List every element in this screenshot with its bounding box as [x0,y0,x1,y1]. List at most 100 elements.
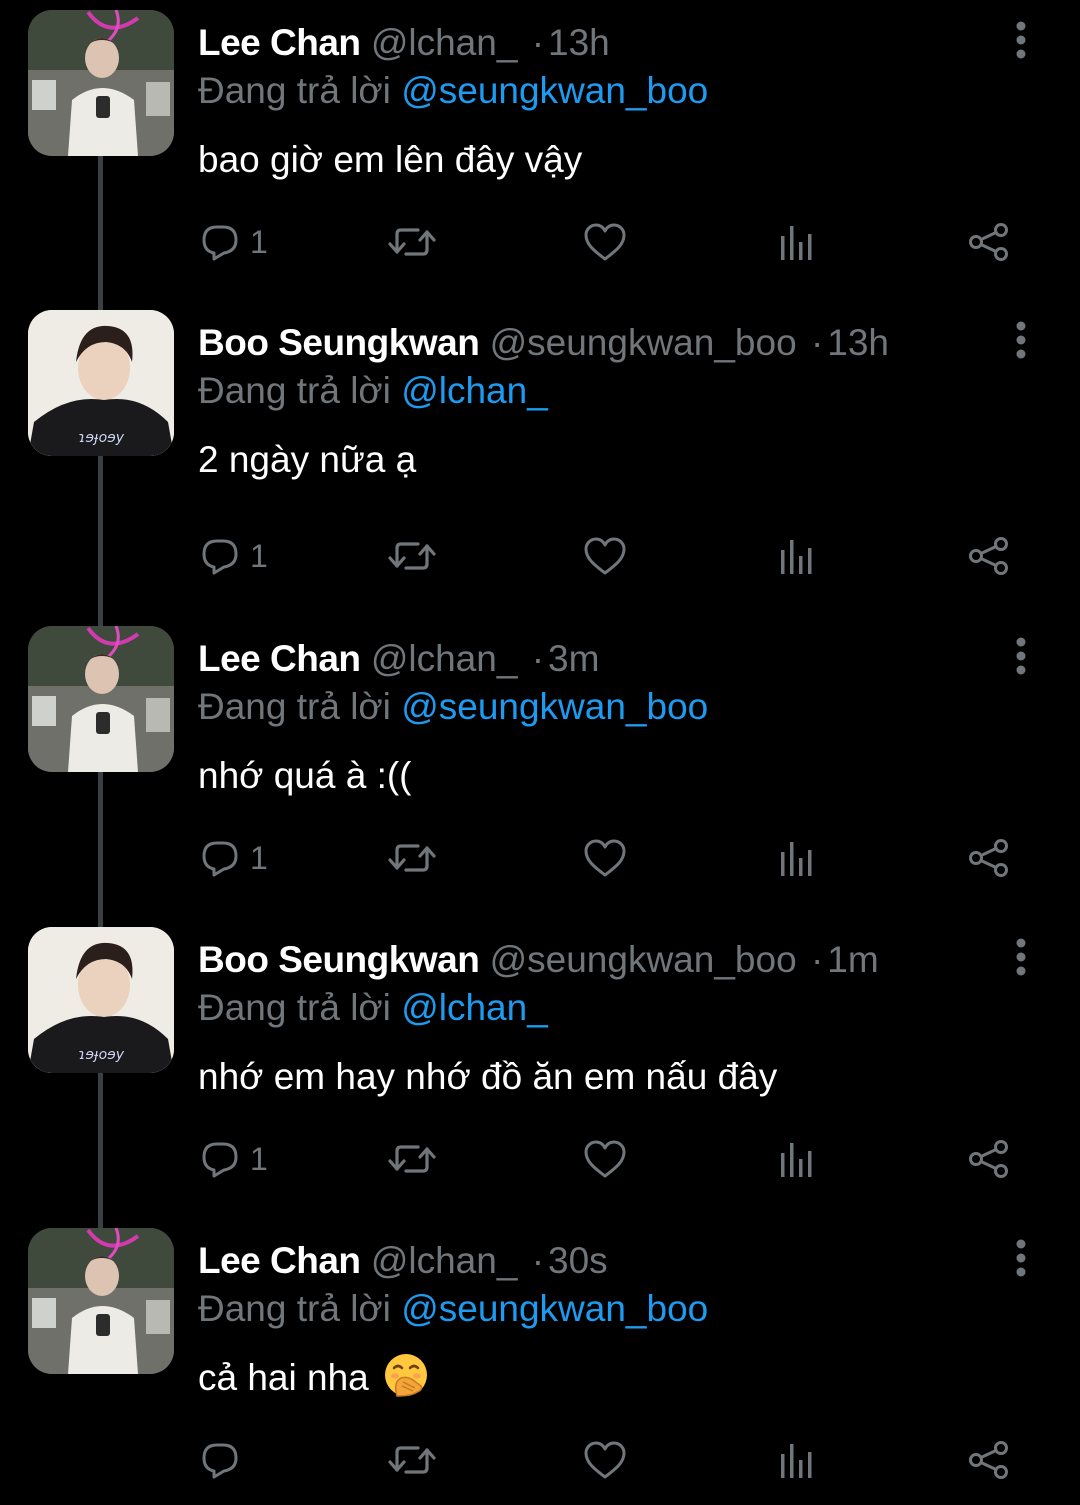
author-handle[interactable]: @lchan_ [371,638,518,679]
tweet-header: Lee Chan @lchan_ · 30s [198,1236,608,1286]
timestamp[interactable]: 13h [827,322,889,363]
retweet-icon [388,838,436,878]
face-with-hand-over-mouth-emoji [383,1352,429,1398]
retweet-icon [388,1440,436,1480]
views-icon [777,536,817,576]
avatar[interactable] [28,1228,174,1374]
more-icon[interactable] [1008,20,1034,60]
author-handle[interactable]: @seungkwan_boo [490,939,797,980]
like-button[interactable] [583,830,627,886]
like-button[interactable] [583,1432,627,1488]
mention-link[interactable]: @lchan_ [401,987,548,1028]
author-name[interactable]: Lee Chan [198,1240,361,1281]
mention-link[interactable]: @lchan_ [401,370,548,411]
views-icon [777,222,817,262]
more-icon[interactable] [1008,1238,1034,1278]
tweet[interactable]: Lee Chan @lchan_ · 30s Đang trả lời @seun… [0,1218,1080,1505]
like-button[interactable] [583,528,627,584]
like-icon [583,838,627,878]
mention-link[interactable]: @seungkwan_boo [401,686,708,727]
action-bar: 1 [0,830,1080,886]
like-button[interactable] [583,1131,627,1187]
tweet-text: 2 ngày nữa ạ [198,439,417,480]
views-button[interactable] [777,214,817,270]
share-icon [967,838,1011,878]
replying-to: Đang trả lời @seungkwan_boo [198,66,708,116]
retweet-button[interactable] [388,830,436,886]
share-button[interactable] [967,528,1011,584]
replying-to: Đang trả lời @seungkwan_boo [198,1284,708,1334]
views-button[interactable] [777,1432,817,1488]
author-handle[interactable]: @lchan_ [371,1240,518,1281]
share-icon [967,1139,1011,1179]
retweet-icon [388,222,436,262]
timestamp[interactable]: 1m [827,939,878,980]
share-button[interactable] [967,1432,1011,1488]
tweet-thread: Lee Chan @lchan_ · 13h Đang trả lời @seun… [0,0,1080,1505]
avatar[interactable] [28,927,174,1073]
views-icon [777,838,817,878]
timestamp[interactable]: 13h [548,22,610,63]
reply-button[interactable]: 1 [200,528,268,584]
author-handle[interactable]: @seungkwan_boo [490,322,797,363]
reply-count: 1 [250,1140,268,1177]
separator: · [531,638,545,679]
avatar[interactable] [28,626,174,772]
tweet[interactable]: Lee Chan @lchan_ · 13h Đang trả lời @seun… [0,0,1080,300]
replying-to-label: Đang trả lời [198,686,391,727]
tweet[interactable]: Lee Chan @lchan_ · 3m Đang trả lời @seung… [0,616,1080,916]
replying-to: Đang trả lời @seungkwan_boo [198,682,708,732]
action-bar [0,1432,1080,1488]
mention-link[interactable]: @seungkwan_boo [401,1288,708,1329]
retweet-icon [388,1139,436,1179]
tweet[interactable]: Boo Seungkwan @seungkwan_boo · 13h Đang t… [0,300,1080,616]
views-button[interactable] [777,1131,817,1187]
reply-button[interactable] [200,1432,250,1488]
retweet-button[interactable] [388,214,436,270]
author-name[interactable]: Lee Chan [198,22,361,63]
action-bar: 1 [0,528,1080,584]
retweet-button[interactable] [388,1131,436,1187]
avatar[interactable] [28,310,174,456]
more-icon[interactable] [1008,320,1034,360]
reply-icon [200,838,240,878]
timestamp[interactable]: 3m [548,638,599,679]
avatar[interactable] [28,10,174,156]
retweet-button[interactable] [388,528,436,584]
reply-button[interactable]: 1 [200,1131,268,1187]
retweet-button[interactable] [388,1432,436,1488]
replying-to: Đang trả lời @lchan_ [198,366,548,416]
timestamp[interactable]: 30s [548,1240,608,1281]
tweet-header: Lee Chan @lchan_ · 13h [198,18,610,68]
author-name[interactable]: Boo Seungkwan [198,322,480,363]
more-icon[interactable] [1008,937,1034,977]
reply-button[interactable]: 1 [200,214,268,270]
replying-to-label: Đang trả lời [198,987,391,1028]
separator: · [810,322,824,363]
author-handle[interactable]: @lchan_ [371,22,518,63]
more-icon[interactable] [1008,636,1034,676]
reply-count: 1 [250,223,268,260]
views-button[interactable] [777,528,817,584]
author-name[interactable]: Boo Seungkwan [198,939,480,980]
mention-link[interactable]: @seungkwan_boo [401,70,708,111]
reply-icon [200,1440,240,1480]
share-button[interactable] [967,214,1011,270]
views-button[interactable] [777,830,817,886]
reply-count: 1 [250,537,268,574]
like-button[interactable] [583,214,627,270]
share-button[interactable] [967,830,1011,886]
share-button[interactable] [967,1131,1011,1187]
views-icon [777,1440,817,1480]
reply-button[interactable]: 1 [200,830,268,886]
tweet[interactable]: Boo Seungkwan @seungkwan_boo · 1m Đang tr… [0,917,1080,1217]
like-icon [583,222,627,262]
separator: · [531,22,545,63]
author-name[interactable]: Lee Chan [198,638,361,679]
share-icon [967,222,1011,262]
separator: · [810,939,824,980]
reply-icon [200,1139,240,1179]
tweet-header: Lee Chan @lchan_ · 3m [198,634,599,684]
separator: · [531,1240,545,1281]
like-icon [583,536,627,576]
